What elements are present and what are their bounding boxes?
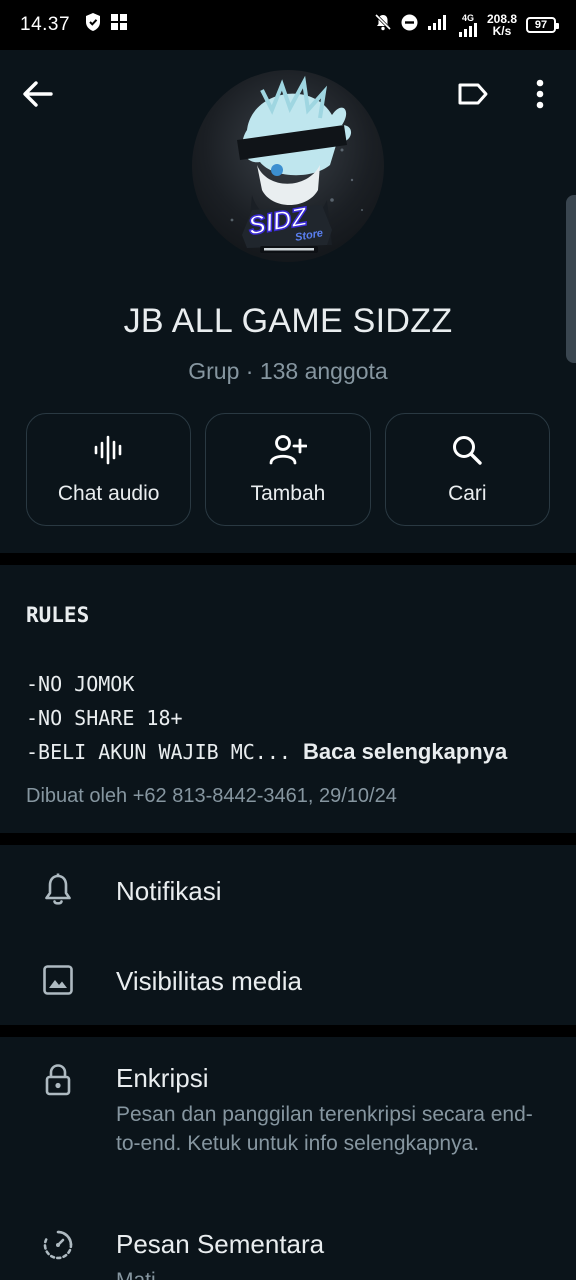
shield-icon: [84, 12, 102, 38]
media-visibility-title: Visibilitas media: [116, 966, 302, 996]
signal-icon: [427, 14, 449, 36]
more-vert-icon: [535, 79, 545, 114]
group-meta: Grup · 138 anggota: [188, 358, 388, 384]
bell-icon: [40, 872, 76, 908]
status-time: 14.37: [20, 14, 71, 35]
timer-icon: [40, 1227, 76, 1263]
label-icon: [457, 82, 489, 111]
chat-audio-label: Chat audio: [57, 481, 160, 505]
group-avatar[interactable]: SIDZ Store: [192, 70, 384, 262]
label-button[interactable]: [452, 76, 494, 116]
disappearing-messages-title: Pesan Sementara: [116, 1229, 325, 1259]
chat-audio-button[interactable]: Chat audio: [26, 413, 192, 526]
back-button[interactable]: [18, 76, 58, 116]
description-line: -NO SHARE 18+: [26, 706, 183, 730]
section-separator: [0, 833, 576, 845]
encryption-subtitle: Pesan dan panggilan terenkripsi secara e…: [116, 1103, 533, 1155]
image-icon: [40, 962, 76, 998]
description-line-truncated: -BELI AKUN WAJIB MC... Baca selengkapnya: [26, 735, 550, 769]
media-visibility-text: Visibilitas media: [116, 966, 550, 997]
encryption-row[interactable]: Enkripsi Pesan dan panggilan terenkripsi…: [0, 1037, 576, 1207]
network-4g-icon: 4G: [458, 12, 478, 37]
disappearing-messages-subtitle: Mati: [116, 1266, 550, 1280]
audio-wave-icon: [93, 434, 125, 472]
app-grid-icon: [110, 13, 128, 37]
settings-group-media: Notifikasi Visibilitas media: [0, 845, 576, 1025]
disappearing-messages-row[interactable]: Pesan Sementara Mati: [0, 1207, 576, 1280]
notifications-row[interactable]: Notifikasi: [0, 845, 576, 935]
net-speed: 208.8 K/s: [487, 13, 517, 37]
notifications-text: Notifikasi: [116, 876, 550, 907]
add-person-icon: [269, 434, 308, 472]
action-buttons: Chat audio Tambah Cari: [26, 413, 550, 526]
media-visibility-row[interactable]: Visibilitas media: [0, 935, 576, 1025]
search-icon: [451, 434, 483, 472]
search-button[interactable]: Cari: [384, 413, 550, 526]
network-type-label: 4G: [461, 12, 474, 23]
dnd-icon: [401, 14, 418, 37]
status-left-icons: [84, 12, 128, 38]
read-more-link[interactable]: Baca selengkapnya: [303, 739, 507, 764]
encryption-text: Enkripsi Pesan dan panggilan terenkripsi…: [116, 1063, 550, 1158]
net-speed-unit: K/s: [492, 24, 512, 38]
lock-icon: [40, 1062, 76, 1098]
group-description[interactable]: RULES -NO JOMOK -NO SHARE 18+ -BELI AKUN…: [0, 565, 576, 833]
section-separator: [0, 553, 576, 565]
avatar-illustration: SIDZ Store: [230, 75, 363, 253]
battery-icon: 97: [526, 17, 559, 33]
battery-level: 97: [534, 19, 548, 31]
status-right-icons: 4G 208.8 K/s 97: [374, 12, 559, 37]
add-member-button[interactable]: Tambah: [205, 413, 371, 526]
more-options-button[interactable]: [520, 76, 560, 116]
add-member-label: Tambah: [250, 481, 326, 505]
status-bar: 14.37 4G 208.8 K/s 97: [0, 0, 576, 50]
description-title: RULES: [26, 603, 90, 627]
description-line: -BELI AKUN WAJIB MC...: [26, 740, 291, 764]
created-by-text: Dibuat oleh +62 813-8442-3461, 29/10/24: [26, 785, 397, 807]
settings-group-privacy: Enkripsi Pesan dan panggilan terenkripsi…: [0, 1037, 576, 1280]
description-lines: -NO JOMOK -NO SHARE 18+ -BELI AKUN WAJIB…: [26, 667, 550, 769]
description-line: -NO JOMOK: [26, 672, 135, 696]
back-arrow-icon: [23, 80, 53, 112]
section-separator: [0, 1025, 576, 1037]
notifications-title: Notifikasi: [116, 876, 222, 906]
search-label: Cari: [448, 481, 487, 505]
encryption-title: Enkripsi: [116, 1063, 209, 1093]
mute-bell-icon: [374, 13, 392, 37]
group-name[interactable]: JB ALL GAME SIDZZ: [0, 302, 576, 341]
screen: 14.37 4G 208.8 K/s 97 SIDZ Store JB ALL …: [0, 0, 576, 1280]
disappearing-messages-text: Pesan Sementara Mati: [116, 1229, 550, 1280]
